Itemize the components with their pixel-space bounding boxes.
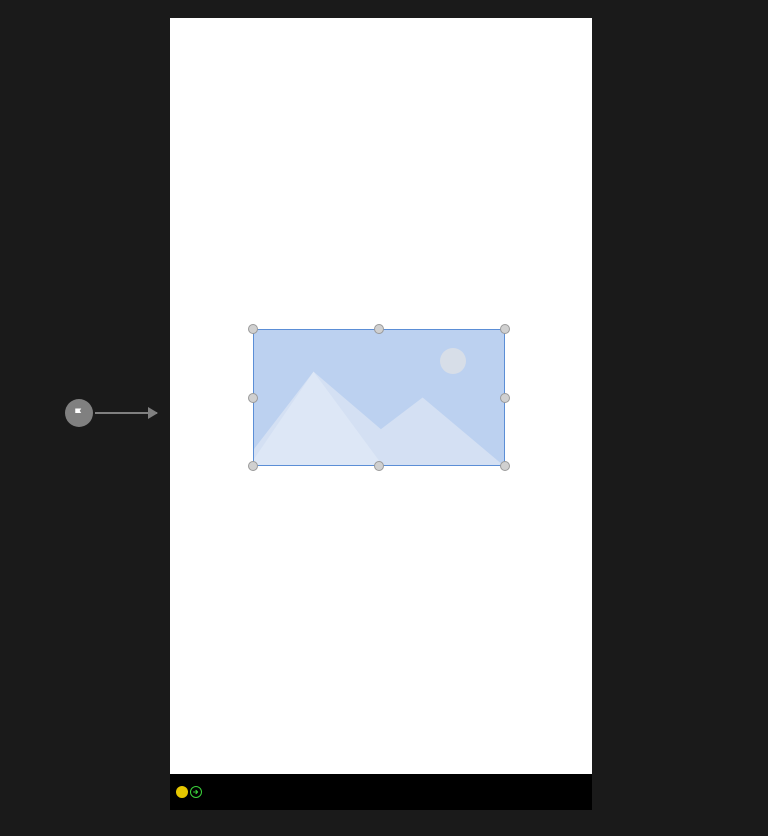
page-canvas[interactable] (170, 18, 592, 774)
selected-image-placeholder[interactable] (253, 329, 505, 466)
resize-handle-n[interactable] (374, 324, 384, 334)
arrow-right-circle-icon[interactable] (190, 786, 202, 798)
resize-handle-s[interactable] (374, 461, 384, 471)
resize-handle-e[interactable] (500, 393, 510, 403)
resize-handle-se[interactable] (500, 461, 510, 471)
editor-stage (0, 0, 768, 836)
tour-hint-arrow (95, 412, 157, 414)
status-icons (176, 786, 202, 798)
status-bar (170, 774, 592, 810)
resize-handle-w[interactable] (248, 393, 258, 403)
resize-handle-ne[interactable] (500, 324, 510, 334)
image-placeholder-glyph (253, 329, 505, 466)
resize-handle-nw[interactable] (248, 324, 258, 334)
resize-handle-sw[interactable] (248, 461, 258, 471)
flag-icon (73, 407, 85, 419)
placeholder-mountains-icon (254, 330, 504, 466)
tour-hint-bubble[interactable] (65, 399, 93, 427)
smile-icon[interactable] (176, 786, 188, 798)
